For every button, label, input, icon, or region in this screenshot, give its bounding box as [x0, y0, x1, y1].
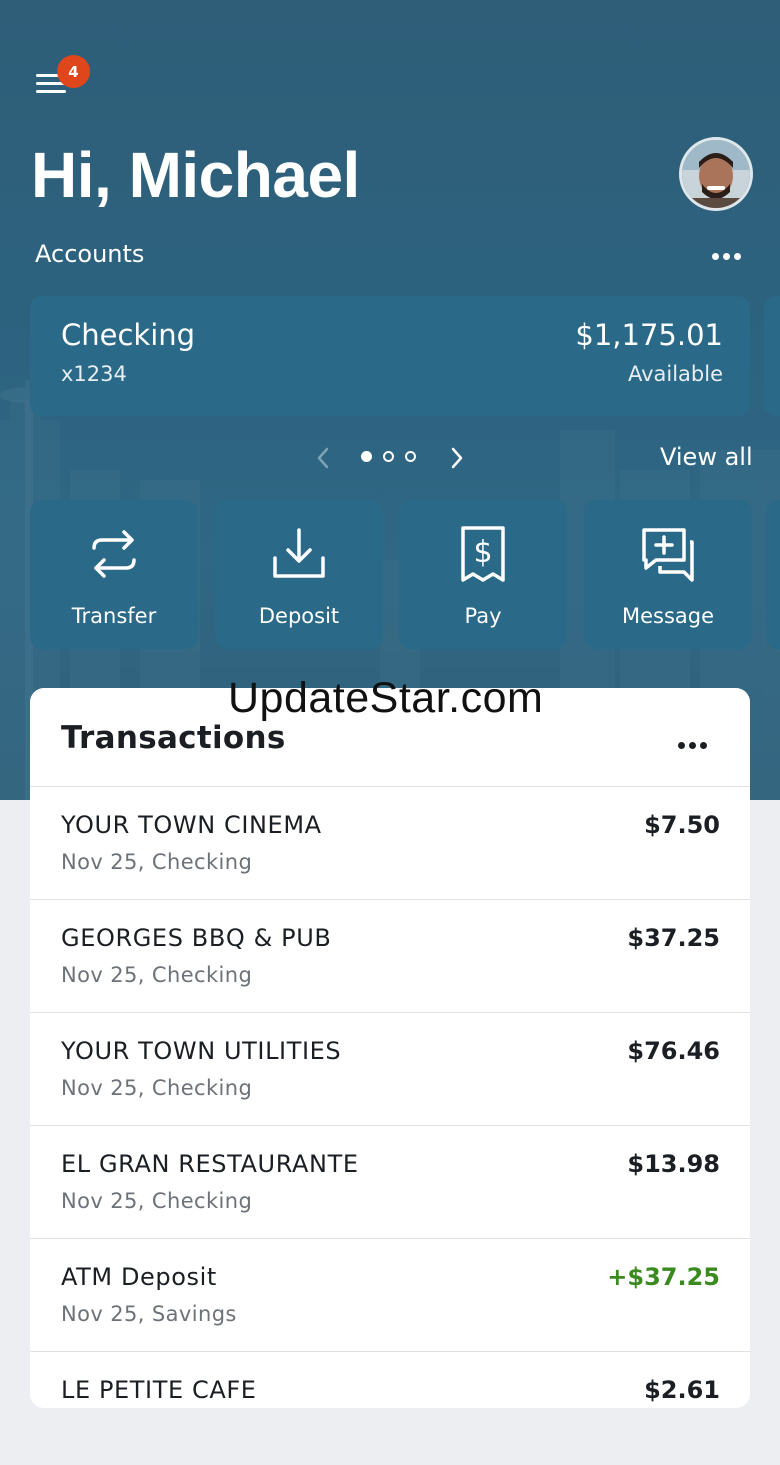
avatar[interactable]: [682, 140, 750, 208]
transaction-merchant: EL GRAN RESTAURANTE: [61, 1150, 359, 1178]
transaction-amount: $2.61: [644, 1376, 720, 1404]
transaction-detail: Nov 25, Checking: [61, 850, 253, 874]
account-name: Checking: [61, 318, 196, 352]
message-icon: [642, 528, 694, 582]
notification-badge[interactable]: 4: [57, 55, 90, 88]
svg-text:$: $: [473, 535, 492, 570]
transaction-row[interactable]: YOUR TOWN UTILITIES Nov 25, Checking $76.4…: [30, 1012, 750, 1126]
transaction-amount: +$37.25: [607, 1263, 720, 1291]
transaction-amount: $76.46: [627, 1037, 720, 1065]
view-all-link[interactable]: View all: [660, 443, 753, 471]
transaction-row[interactable]: EL GRAN RESTAURANTE Nov 25, Checking $13.9…: [30, 1125, 750, 1239]
transaction-amount: $13.98: [627, 1150, 720, 1178]
pay-button[interactable]: $ Pay: [399, 500, 567, 649]
transaction-row[interactable]: YOUR TOWN CINEMA Nov 25, Checking $7.50: [30, 786, 750, 900]
chevron-left-icon[interactable]: [312, 445, 334, 471]
transaction-amount: $37.25: [627, 924, 720, 952]
profile-photo: [682, 140, 750, 208]
transfer-icon: [92, 530, 136, 578]
transaction-merchant: LE PETITE CAFE: [61, 1376, 257, 1404]
balance-label: Available: [627, 362, 723, 386]
transaction-row[interactable]: LE PETITE CAFE $2.61: [30, 1351, 750, 1465]
more-icon: [712, 253, 719, 260]
transaction-detail: Nov 25, Savings: [61, 1302, 237, 1326]
watermark: UpdateStar.com: [228, 674, 544, 722]
chevron-right-icon[interactable]: [446, 445, 468, 471]
deposit-icon: [273, 528, 325, 578]
transaction-row[interactable]: ATM Deposit Nov 25, Savings +$37.25: [30, 1238, 750, 1352]
pay-bill-icon: $: [461, 526, 505, 582]
transaction-detail: Nov 25, Checking: [61, 1076, 253, 1100]
transaction-amount: $7.50: [644, 811, 720, 839]
transaction-merchant: ATM Deposit: [61, 1263, 217, 1291]
transactions-title: Transactions: [61, 720, 286, 756]
transfer-button[interactable]: Transfer: [30, 500, 198, 649]
transactions-card: Transactions YOUR TOWN CINEMA Nov 25, Che…: [30, 688, 750, 1408]
next-action-button[interactable]: [766, 500, 780, 649]
accounts-label: Accounts: [35, 240, 145, 268]
action-label: Pay: [464, 604, 502, 628]
account-number: x1234: [61, 362, 127, 386]
transaction-merchant: YOUR TOWN UTILITIES: [61, 1037, 342, 1065]
accounts-more-button[interactable]: [712, 245, 752, 265]
transactions-more-button[interactable]: [678, 734, 718, 749]
transaction-row[interactable]: GEORGES BBQ & PUB Nov 25, Checking $37.25: [30, 899, 750, 1013]
transaction-merchant: GEORGES BBQ & PUB: [61, 924, 332, 952]
deposit-button[interactable]: Deposit: [215, 500, 383, 649]
pager-dot[interactable]: [383, 451, 394, 462]
account-card-checking[interactable]: Checking x1234 $1,175.01 Available: [30, 296, 750, 416]
greeting-title: Hi, Michael: [31, 139, 360, 211]
transaction-merchant: YOUR TOWN CINEMA: [61, 811, 322, 839]
action-label: Deposit: [258, 604, 340, 628]
action-label: Transfer: [71, 604, 157, 628]
next-account-card[interactable]: [764, 296, 780, 416]
message-button[interactable]: Message: [584, 500, 752, 649]
more-icon: [678, 742, 685, 749]
account-balance: $1,175.01: [575, 318, 723, 352]
transaction-detail: Nov 25, Checking: [61, 1189, 253, 1213]
pager-dot[interactable]: [361, 451, 372, 462]
transaction-detail: Nov 25, Checking: [61, 963, 253, 987]
pager-dot[interactable]: [405, 451, 416, 462]
action-label: Message: [621, 604, 715, 628]
